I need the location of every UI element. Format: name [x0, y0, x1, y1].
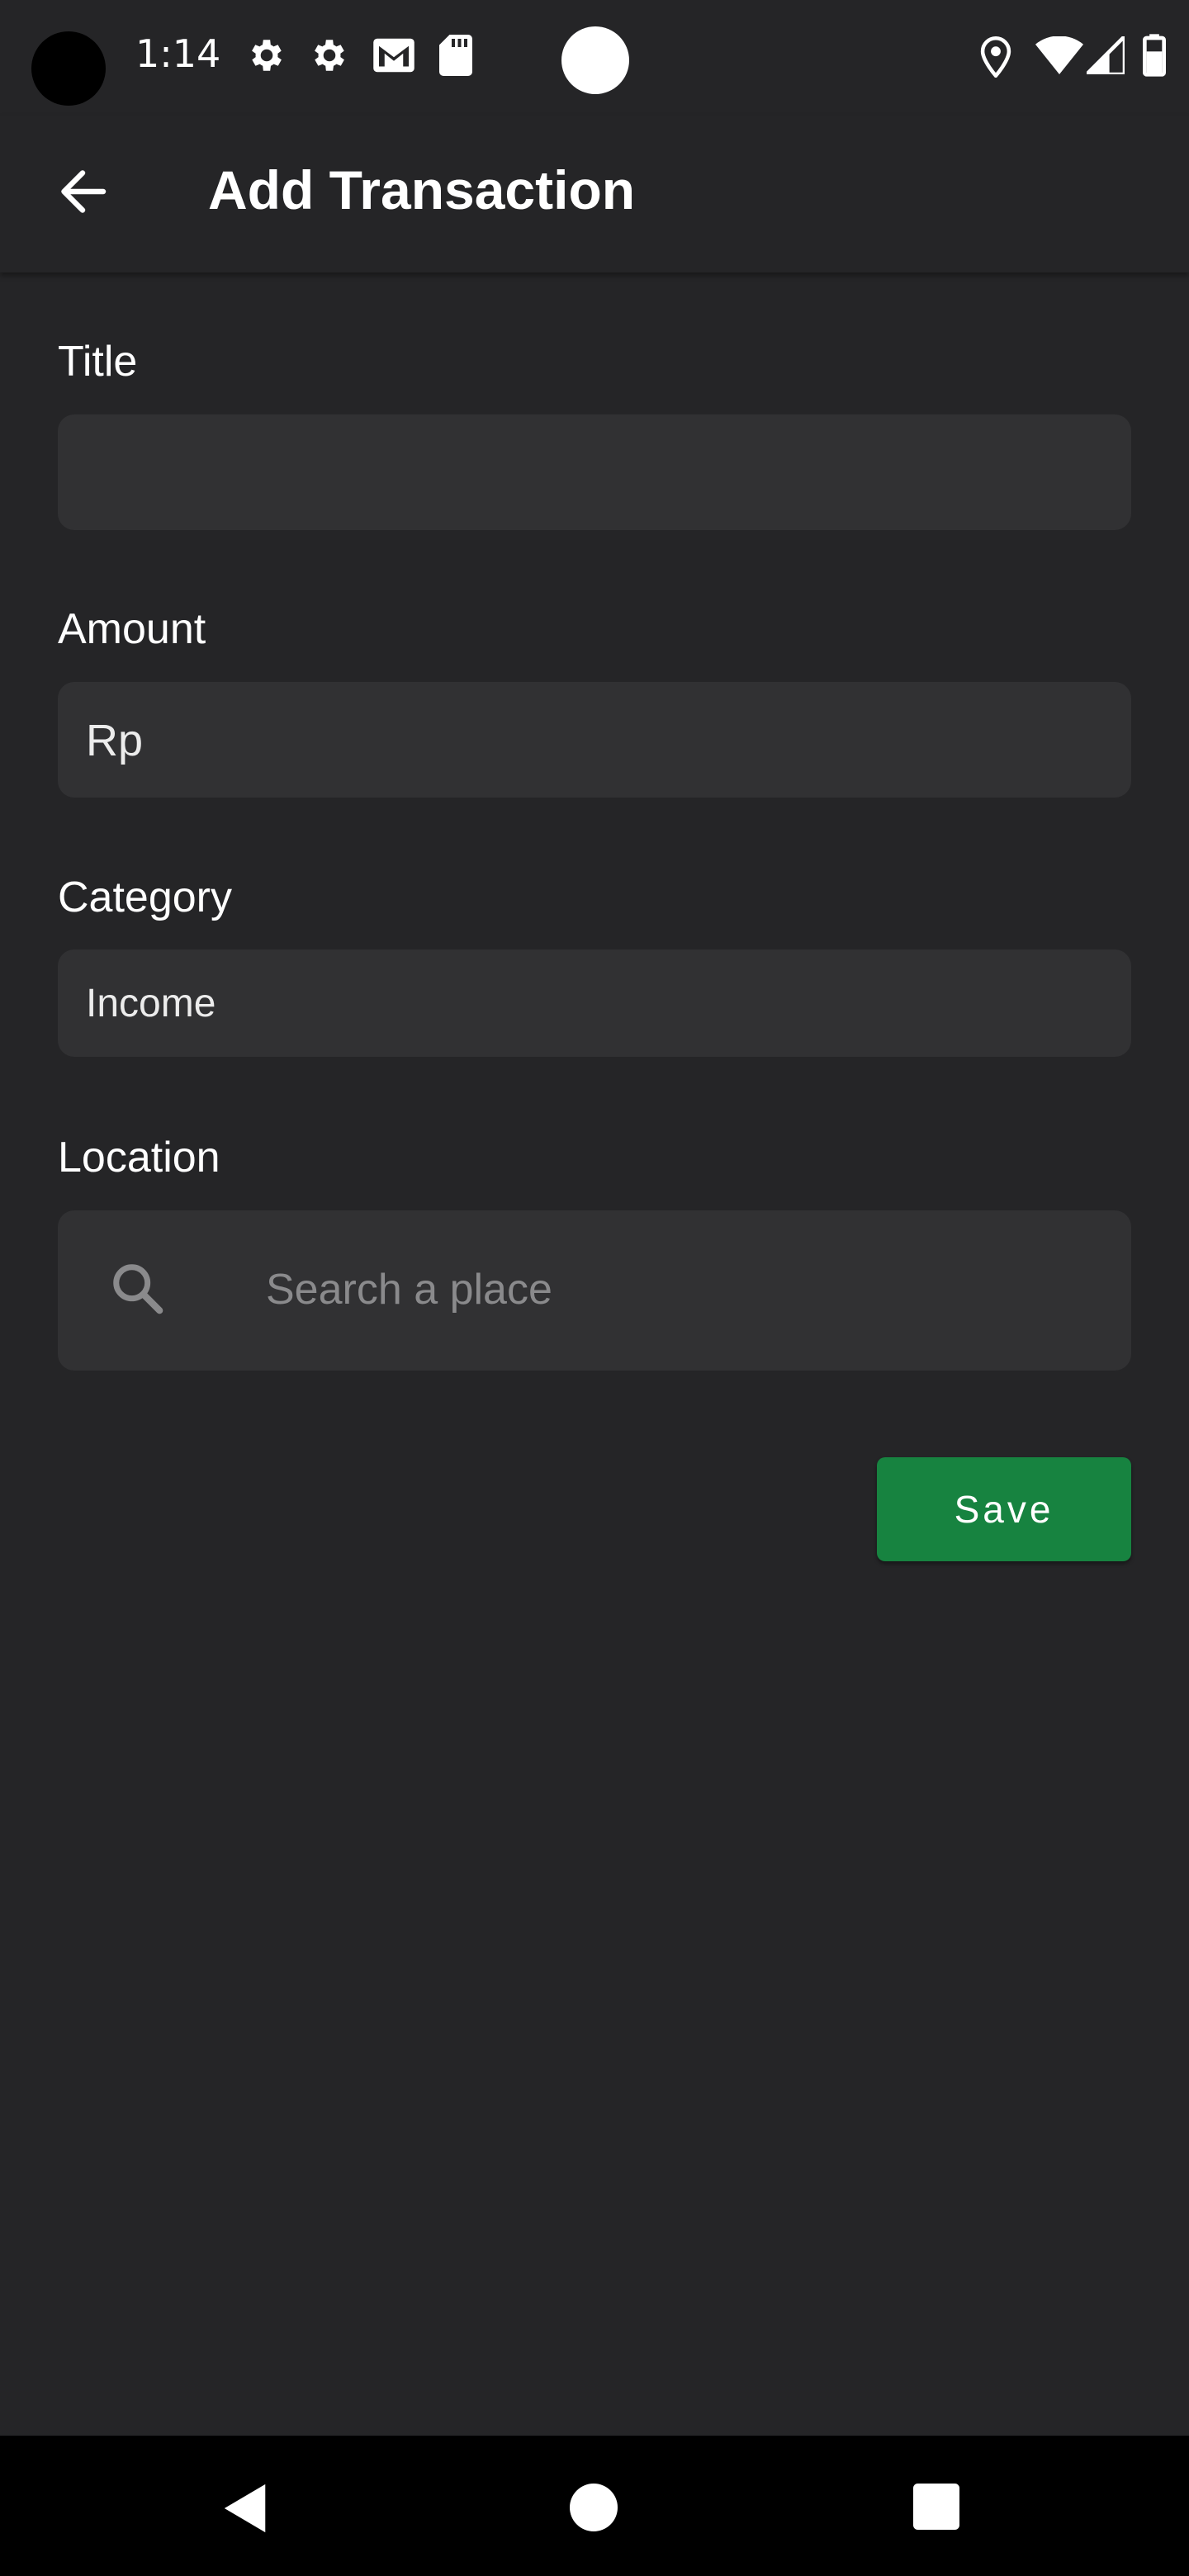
- gear-icon: [309, 35, 350, 79]
- arrow-left-icon: [61, 170, 107, 213]
- category-dropdown[interactable]: Income: [58, 949, 1131, 1057]
- status-bar: 1:14: [0, 0, 1189, 116]
- gear-icon: [246, 35, 287, 79]
- amount-label: Amount: [58, 605, 206, 653]
- save-button[interactable]: Save: [877, 1457, 1131, 1561]
- camera-hole: [31, 31, 106, 106]
- search-icon: [109, 1260, 167, 1321]
- wifi-icon: [1035, 36, 1083, 78]
- camera-dot: [561, 26, 629, 94]
- sd-card-icon: [439, 35, 472, 79]
- category-label: Category: [58, 874, 232, 921]
- title-label: Title: [58, 338, 138, 386]
- category-value: Income: [86, 982, 216, 1025]
- status-time: 1:14: [135, 31, 221, 76]
- battery-icon: [1143, 33, 1166, 81]
- back-button[interactable]: [48, 157, 117, 226]
- back-triangle-icon[interactable]: [221, 2482, 271, 2538]
- page-title: Add Transaction: [208, 159, 636, 220]
- amount-field[interactable]: Rp: [58, 682, 1131, 798]
- location-placeholder: Search a place: [266, 1266, 552, 1314]
- recents-square-icon[interactable]: [913, 2484, 959, 2533]
- home-circle-icon[interactable]: [570, 2484, 618, 2535]
- signal-icon: [1082, 31, 1127, 78]
- amount-value: Rp: [86, 716, 144, 765]
- location-icon: [979, 36, 1012, 81]
- title-field[interactable]: [58, 414, 1131, 530]
- location-label: Location: [58, 1134, 220, 1181]
- location-search-field[interactable]: Search a place: [58, 1210, 1131, 1371]
- gmail-icon: [372, 35, 416, 79]
